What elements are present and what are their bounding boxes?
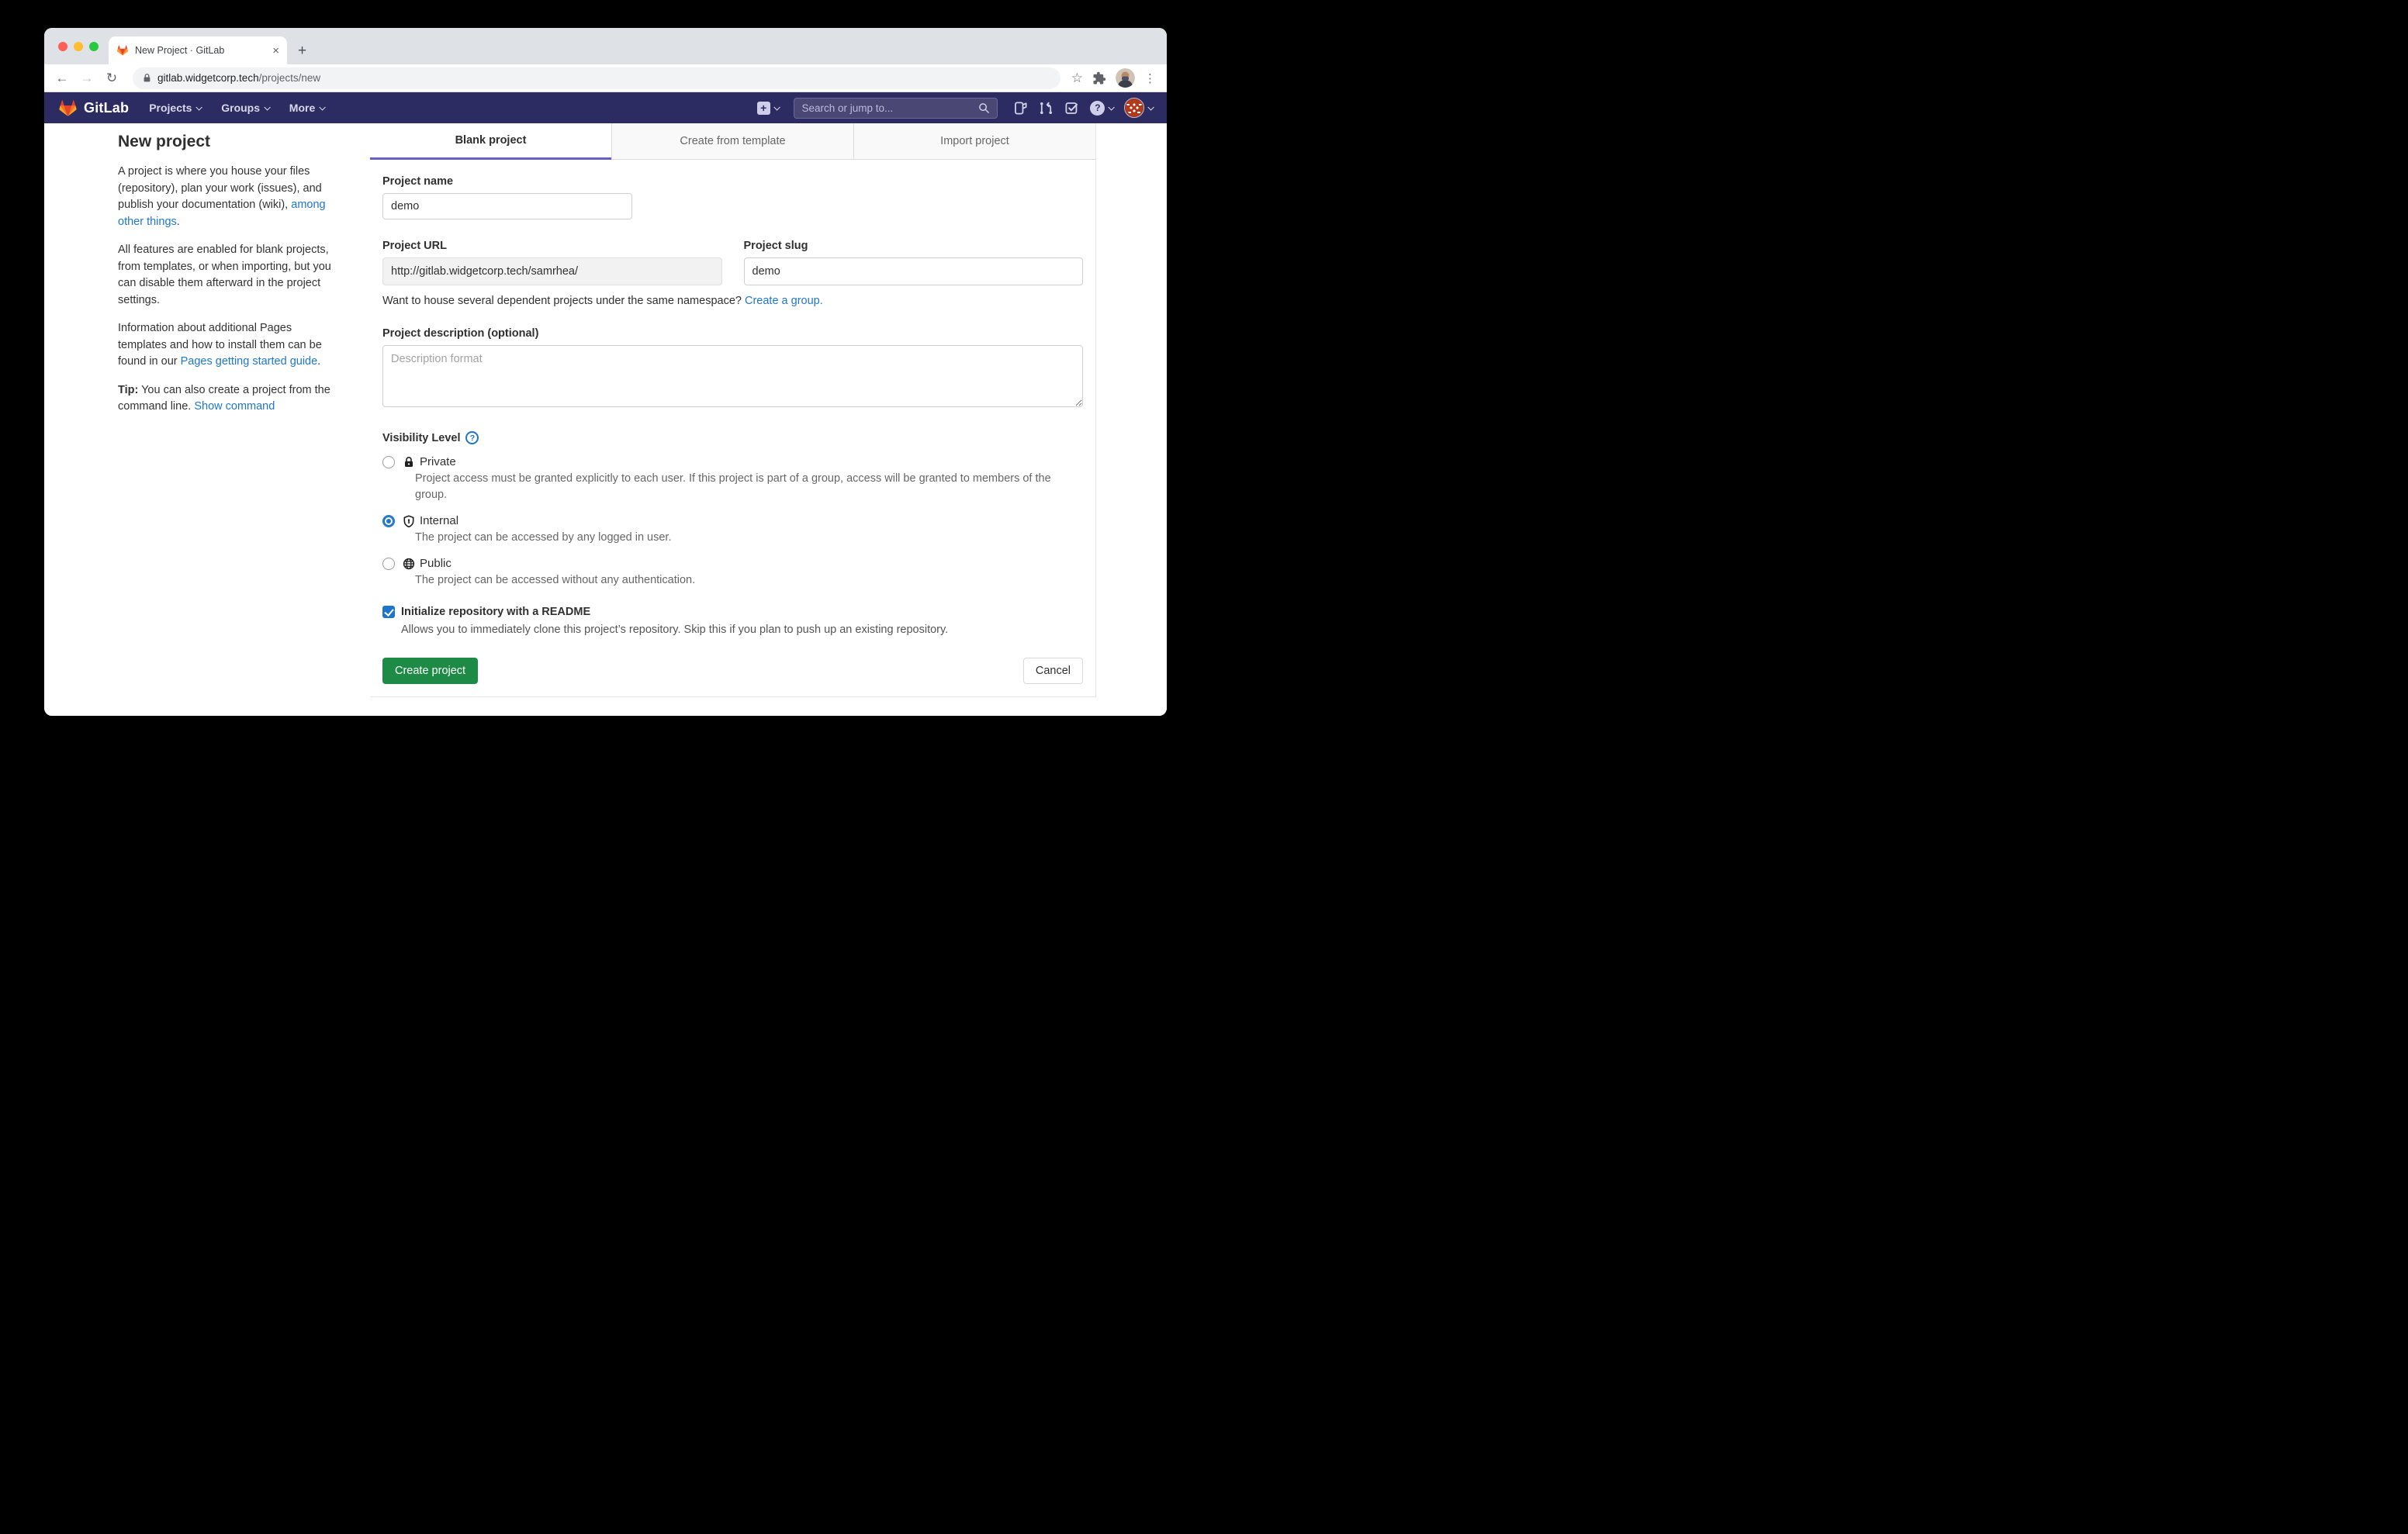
question-icon: ? bbox=[1090, 101, 1105, 116]
close-window-button[interactable] bbox=[58, 42, 67, 51]
project-name-input[interactable] bbox=[382, 193, 632, 219]
cancel-button[interactable]: Cancel bbox=[1023, 658, 1083, 684]
create-group-link[interactable]: Create a group. bbox=[745, 295, 823, 307]
browser-menu-icon[interactable]: ⋮ bbox=[1144, 71, 1156, 85]
blank-project-form: Project name Project URL Project slug Wa… bbox=[370, 160, 1095, 696]
back-button[interactable]: ← bbox=[52, 71, 72, 86]
shield-icon bbox=[403, 515, 415, 527]
pages-guide-link[interactable]: Pages getting started guide bbox=[181, 355, 318, 368]
chevron-down-icon bbox=[773, 104, 780, 110]
radio-internal[interactable] bbox=[382, 515, 395, 527]
help-menu-button[interactable]: ? bbox=[1090, 101, 1113, 116]
visibility-option-private: Private Project access must be granted e… bbox=[382, 455, 1083, 503]
browser-tab[interactable]: New Project · GitLab × bbox=[109, 36, 287, 64]
gitlab-home-link[interactable]: GitLab bbox=[58, 98, 129, 118]
url-domain: gitlab.widgetcorp.tech bbox=[157, 72, 259, 84]
info-paragraph: A project is where you house your files … bbox=[118, 164, 338, 230]
minimize-window-button[interactable] bbox=[74, 42, 83, 51]
issues-icon[interactable] bbox=[1013, 101, 1028, 116]
tab-blank-project[interactable]: Blank project bbox=[370, 123, 611, 160]
zoom-window-button[interactable] bbox=[89, 42, 99, 51]
radio-private[interactable] bbox=[382, 456, 395, 468]
tip-paragraph: Tip: You can also create a project from … bbox=[118, 382, 338, 416]
new-project-info-column: New project A project is where you house… bbox=[118, 126, 338, 427]
url-path: /projects/new bbox=[259, 72, 321, 84]
project-url-input[interactable] bbox=[382, 257, 722, 285]
browser-tab-strip: New Project · GitLab × + bbox=[44, 28, 1167, 64]
create-project-button[interactable]: Create project bbox=[382, 658, 478, 684]
reload-button[interactable]: ↻ bbox=[102, 71, 122, 86]
readme-section: Initialize repository with a README Allo… bbox=[382, 606, 1083, 636]
merge-requests-icon[interactable] bbox=[1039, 101, 1054, 116]
visibility-level-label: Visibility Level bbox=[382, 432, 460, 444]
browser-toolbar: ← → ↻ gitlab.widgetcorp.tech/projects/ne… bbox=[44, 64, 1167, 92]
page-content: New project A project is where you house… bbox=[44, 123, 1167, 716]
todos-icon[interactable] bbox=[1064, 101, 1079, 116]
info-paragraph: Information about additional Pages templ… bbox=[118, 320, 338, 371]
global-search bbox=[794, 98, 998, 119]
nav-menu-more[interactable]: More bbox=[289, 102, 324, 114]
info-paragraph: All features are enabled for blank proje… bbox=[118, 242, 338, 309]
visibility-help-icon[interactable]: ? bbox=[465, 431, 479, 444]
browser-profile-avatar[interactable] bbox=[1116, 68, 1135, 88]
new-menu-button[interactable]: + bbox=[757, 102, 779, 115]
chevron-down-icon bbox=[320, 104, 326, 110]
plus-icon: + bbox=[757, 102, 770, 115]
globe-icon bbox=[403, 558, 415, 570]
visibility-option-internal: Internal The project can be accessed by … bbox=[382, 514, 1083, 546]
bookmark-star-icon[interactable]: ☆ bbox=[1071, 71, 1083, 86]
tab-close-icon[interactable]: × bbox=[272, 45, 279, 57]
namespace-hint: Want to house several dependent projects… bbox=[382, 295, 1083, 307]
project-url-label: Project URL bbox=[382, 240, 722, 252]
new-tab-button[interactable]: + bbox=[298, 43, 306, 58]
project-slug-label: Project slug bbox=[744, 240, 1084, 252]
user-avatar bbox=[1124, 98, 1144, 118]
traffic-lights bbox=[58, 42, 99, 51]
page-title: New project bbox=[118, 133, 338, 151]
extensions-icon[interactable] bbox=[1092, 71, 1106, 85]
nav-menu-groups[interactable]: Groups bbox=[221, 102, 269, 114]
gitlab-logo-icon bbox=[58, 98, 78, 118]
nav-menu-projects[interactable]: Projects bbox=[149, 102, 201, 114]
lock-icon bbox=[142, 73, 152, 83]
radio-public[interactable] bbox=[382, 558, 395, 570]
tab-import-project[interactable]: Import project bbox=[853, 123, 1095, 160]
gitlab-wordmark: GitLab bbox=[84, 100, 129, 116]
tab-title: New Project · GitLab bbox=[135, 45, 266, 56]
gitlab-navbar: GitLab Projects Groups More + bbox=[44, 92, 1167, 123]
project-name-label: Project name bbox=[382, 175, 1083, 188]
visibility-option-public: Public The project can be accessed witho… bbox=[382, 557, 1083, 589]
tab-create-from-template[interactable]: Create from template bbox=[611, 123, 853, 160]
browser-window: New Project · GitLab × + ← → ↻ gitlab.wi… bbox=[44, 28, 1167, 716]
chevron-down-icon bbox=[1148, 104, 1154, 110]
user-menu-button[interactable] bbox=[1124, 98, 1153, 118]
project-description-textarea[interactable] bbox=[382, 345, 1083, 407]
gitlab-favicon bbox=[116, 44, 129, 57]
search-icon bbox=[978, 102, 990, 114]
project-slug-input[interactable] bbox=[744, 257, 1084, 285]
chevron-down-icon bbox=[1109, 104, 1115, 110]
search-input[interactable] bbox=[801, 102, 978, 114]
chevron-down-icon bbox=[265, 104, 271, 110]
show-command-link[interactable]: Show command bbox=[194, 400, 275, 413]
project-description-label: Project description (optional) bbox=[382, 327, 1083, 340]
project-type-tabs: Blank project Create from template Impor… bbox=[370, 123, 1095, 160]
lock-icon bbox=[403, 456, 415, 468]
chevron-down-icon bbox=[196, 104, 202, 110]
new-project-panel: Blank project Create from template Impor… bbox=[370, 123, 1096, 697]
forward-button[interactable]: → bbox=[77, 71, 97, 86]
readme-label: Initialize repository with a README bbox=[401, 606, 590, 618]
readme-checkbox[interactable] bbox=[382, 606, 395, 618]
address-bar[interactable]: gitlab.widgetcorp.tech/projects/new bbox=[133, 67, 1060, 89]
readme-description: Allows you to immediately clone this pro… bbox=[401, 624, 1083, 636]
